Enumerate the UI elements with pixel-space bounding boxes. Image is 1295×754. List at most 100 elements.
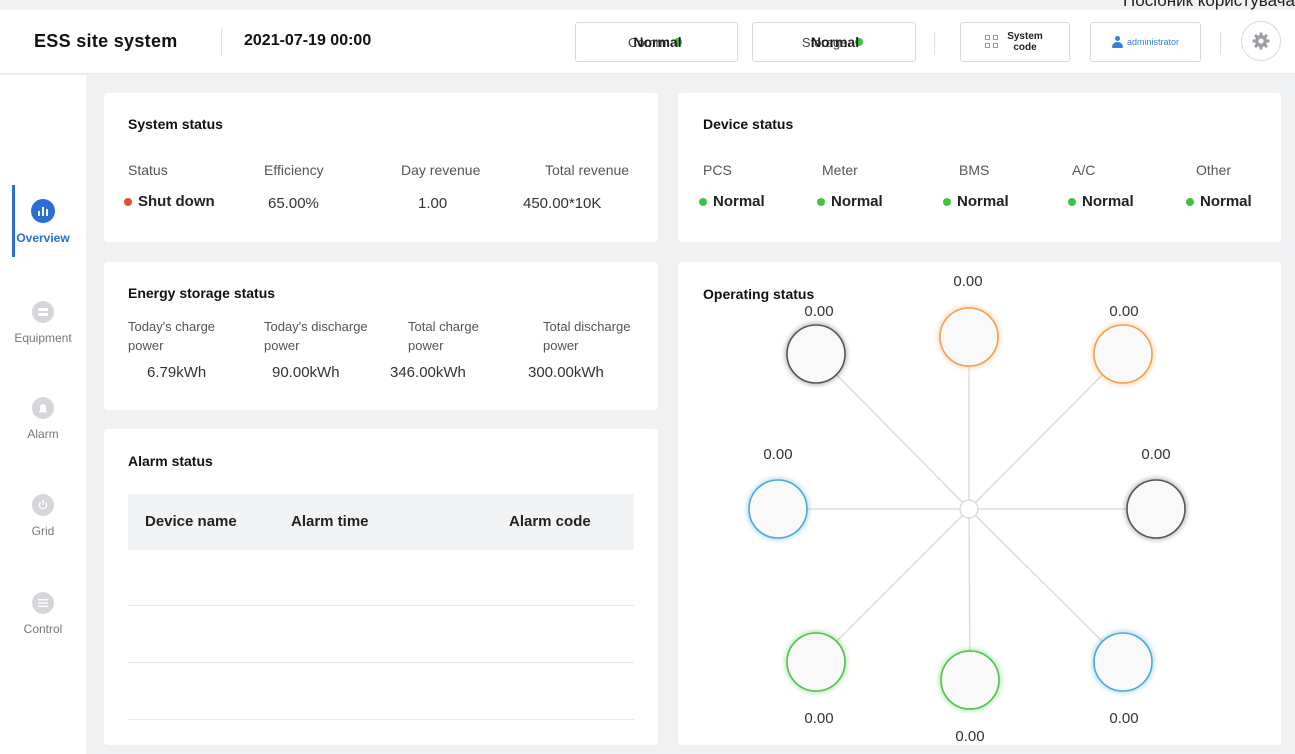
nav-item-control[interactable]: Control — [0, 592, 86, 636]
operating-status-card: Operating status 0.00 0.00 0.00 0.00 0.00 0.0… — [678, 262, 1281, 745]
bar-chart-icon — [31, 199, 55, 223]
device-status-other: Normal — [1186, 193, 1252, 210]
status-dot — [943, 197, 951, 206]
status-dot — [699, 197, 707, 206]
status-text: Normal — [957, 193, 1009, 210]
node-value-label: 0.00 — [804, 710, 833, 727]
system-code-button[interactable]: System code — [960, 22, 1070, 62]
node-value-label: 0.00 — [763, 446, 792, 463]
node-value-label: 0.00 — [1109, 710, 1138, 727]
operating-status-diagram: 0.00 0.00 0.00 0.00 0.00 0.00 0.00 0.00 — [747, 273, 1187, 745]
node-value-label: 0.00 — [804, 303, 833, 320]
user-account-button[interactable]: administrator — [1090, 22, 1201, 62]
device-status-bms: Normal — [943, 193, 1009, 210]
nav-item-alarm[interactable]: Alarm — [0, 397, 86, 441]
total-charge-value: 346.00kWh — [390, 364, 466, 381]
device-name-meter: Meter — [822, 162, 858, 178]
node-circle — [1093, 324, 1153, 384]
node-circle — [940, 650, 1000, 710]
nav-label-equipment: Equipment — [14, 331, 72, 345]
nav-item-grid[interactable]: Grid — [0, 494, 86, 538]
today-charge-label: Today's charge power — [128, 319, 216, 353]
node-value-label: 0.00 — [953, 273, 982, 290]
nav-label-control: Control — [23, 622, 63, 636]
device-status-ac: Normal — [1068, 193, 1134, 210]
status-text: Normal — [713, 193, 765, 210]
day-revenue-label: Day revenue — [401, 162, 481, 178]
node-circle — [748, 479, 808, 539]
node-circle — [1093, 632, 1153, 692]
device-status-pcs: Normal — [699, 193, 765, 210]
node-value-label: 0.00 — [1141, 446, 1170, 463]
system-code-label: System code — [1007, 31, 1043, 53]
status-text: Shut down — [138, 193, 215, 210]
connector-line — [968, 353, 1124, 510]
operating-node[interactable]: 0.00 — [938, 273, 1000, 368]
username: administrator — [1126, 37, 1180, 47]
column-header-device-name[interactable]: Device name — [145, 513, 237, 530]
settings-button[interactable] — [1241, 21, 1281, 61]
status-dot — [1186, 197, 1194, 206]
header-divider — [934, 32, 935, 54]
table-row-divider — [128, 662, 634, 663]
user-icon — [1111, 36, 1123, 48]
status-label: Status — [128, 162, 168, 178]
sliders-icon — [32, 592, 54, 614]
node-circle — [1126, 479, 1186, 539]
energy-storage-card: Energy storage status Today's charge pow… — [104, 262, 658, 410]
today-charge-value: 6.79kWh — [147, 364, 207, 381]
card-title: System status — [128, 116, 223, 132]
nav-label-alarm: Alarm — [27, 427, 59, 441]
server-icon — [32, 301, 54, 323]
shutdown-status-dot — [124, 197, 132, 206]
storage-status-value: Normal — [810, 34, 860, 50]
table-row-divider — [128, 605, 634, 606]
storage-status-indicator: Storage: Normal — [752, 22, 916, 62]
operating-node[interactable]: 0.00 — [785, 303, 847, 385]
operating-node[interactable]: 0.00 — [1092, 303, 1154, 385]
total-discharge-value: 300.00kWh — [528, 364, 604, 381]
status-text: Normal — [1082, 193, 1134, 210]
table-row-divider — [128, 719, 634, 720]
column-header-alarm-time[interactable]: Alarm time — [291, 513, 369, 530]
nav-item-equipment[interactable]: Equipment — [0, 301, 86, 345]
nav-label-grid: Grid — [31, 524, 55, 538]
alarm-status-card: Alarm status Device name Alarm time Alar… — [104, 429, 658, 745]
operating-node[interactable]: 0.00 — [939, 649, 1001, 745]
node-circle — [939, 307, 999, 367]
header-divider — [221, 28, 222, 56]
card-title: Device status — [703, 116, 794, 132]
sidebar-nav: Overview Equipment Alarm Grid Control — [0, 75, 86, 754]
power-icon — [32, 494, 54, 516]
connector-line — [815, 508, 970, 663]
efficiency-value: 65.00% — [268, 195, 319, 212]
current-datetime: 2021-07-19 00:00 — [244, 32, 372, 49]
total-discharge-label: Total discharge power — [543, 319, 631, 353]
efficiency-label: Efficiency — [264, 162, 324, 178]
status-text: Normal — [1200, 193, 1252, 210]
center-hub — [959, 499, 979, 519]
connector-line — [968, 508, 1124, 663]
status-dot — [1068, 197, 1076, 206]
operating-node[interactable]: 0.00 — [785, 631, 847, 727]
total-revenue-value: 450.00*10K — [523, 195, 602, 212]
nav-item-overview[interactable]: Overview — [0, 199, 86, 245]
alarm-table-header: Device name Alarm time Alarm code — [128, 494, 634, 550]
operating-node[interactable]: 0.00 — [747, 446, 809, 540]
today-discharge-value: 90.00kWh — [272, 364, 340, 381]
card-title: Energy storage status — [128, 285, 276, 301]
column-header-alarm-code[interactable]: Alarm code — [509, 513, 591, 530]
node-value-label: 0.00 — [955, 728, 984, 745]
gear-icon — [1252, 32, 1270, 50]
nav-label-overview: Overview — [16, 231, 70, 245]
comm-status-indicator: Comm: Normal — [575, 22, 738, 62]
node-circle — [786, 632, 846, 692]
comm-status-value: Normal — [633, 34, 682, 50]
total-charge-label: Total charge power — [408, 319, 479, 353]
device-status-card: Device status PCS Meter BMS A/C Other No… — [678, 93, 1281, 242]
operating-node[interactable]: 0.00 — [1092, 631, 1154, 727]
day-revenue-value: 1.00 — [418, 195, 448, 212]
status-text: Normal — [831, 193, 883, 210]
operating-node[interactable]: 0.00 — [1125, 446, 1187, 540]
connector-line — [815, 353, 970, 510]
